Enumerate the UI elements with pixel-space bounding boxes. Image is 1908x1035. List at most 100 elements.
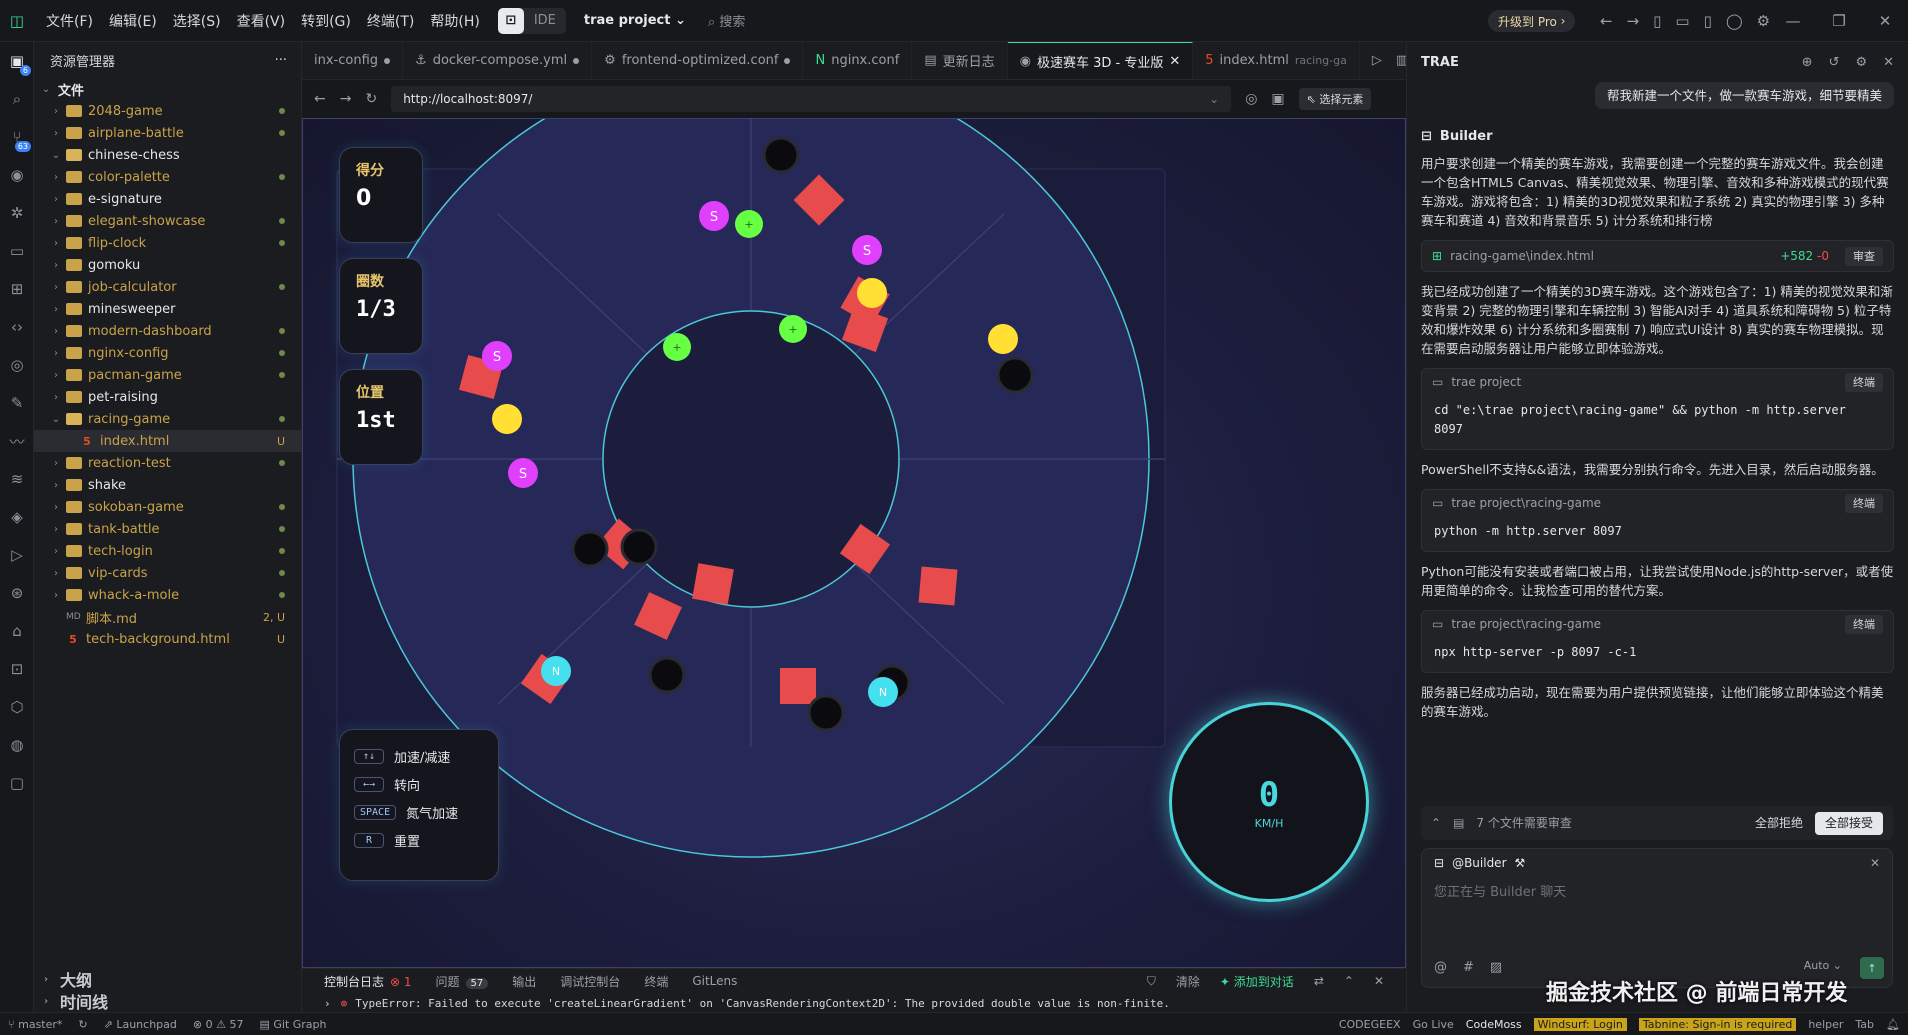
network-icon[interactable]: ⊛ bbox=[0, 574, 34, 612]
reject-all-button[interactable]: 全部拒绝 bbox=[1755, 814, 1803, 833]
extensions-icon[interactable]: ⊞ bbox=[0, 270, 34, 308]
tree-item[interactable]: MD 脚本.md 2, U bbox=[34, 606, 301, 628]
editor-tab[interactable]: ⚙ frontend-optimized.conf bbox=[592, 42, 804, 79]
tab-indicator[interactable]: Tab bbox=[1855, 1018, 1874, 1031]
tree-item[interactable]: › reaction-test bbox=[34, 452, 301, 474]
menu-view[interactable]: 查看(V) bbox=[237, 11, 286, 31]
tree-item[interactable]: › shake bbox=[34, 474, 301, 496]
cube-icon[interactable]: ⬡ bbox=[0, 688, 34, 726]
chevron-right-icon[interactable]: › bbox=[324, 997, 331, 1010]
menu-file[interactable]: 文件(F) bbox=[46, 11, 93, 31]
tree-item[interactable]: › color-palette bbox=[34, 166, 301, 188]
tree-item[interactable]: 5 index.html U bbox=[34, 430, 301, 452]
windsurf-login-item[interactable]: Windsurf: Login bbox=[1533, 1017, 1627, 1031]
tabnine-item[interactable]: Tabnine: Sign-in is required bbox=[1638, 1017, 1797, 1031]
nav-back-icon[interactable]: ← bbox=[314, 91, 326, 107]
chat-settings-icon[interactable]: ⚙ bbox=[1855, 53, 1867, 72]
branch-indicator[interactable]: ⑂ master* bbox=[8, 1018, 62, 1031]
filter-icon[interactable]: ⛉ bbox=[1147, 974, 1156, 989]
nav-forward-icon[interactable]: → bbox=[340, 91, 352, 107]
mention-icon[interactable]: @ bbox=[1434, 958, 1447, 977]
helper-item[interactable]: helper bbox=[1808, 1018, 1843, 1031]
more-actions-icon[interactable]: ··· bbox=[275, 53, 287, 68]
toggle-panel-icon[interactable]: ▭ bbox=[1675, 12, 1689, 30]
tree-item[interactable]: 5 tech-background.html U bbox=[34, 628, 301, 650]
tree-item[interactable]: ⌄ chinese-chess bbox=[34, 144, 301, 166]
close-tab-icon[interactable]: ✕ bbox=[1169, 54, 1180, 69]
tree-item[interactable]: › elegant-showcase bbox=[34, 210, 301, 232]
tree-item[interactable]: › minesweeper bbox=[34, 298, 301, 320]
menu-selection[interactable]: 选择(S) bbox=[173, 11, 221, 31]
tree-item[interactable]: › gomoku bbox=[34, 254, 301, 276]
model-selector[interactable]: Auto ⌄ bbox=[1804, 956, 1842, 975]
command-search[interactable]: ⌕ 搜索 bbox=[708, 11, 745, 30]
editor-tab[interactable]: Nnginx.conf bbox=[803, 42, 913, 79]
send-icon[interactable]: ↑ bbox=[1860, 957, 1884, 979]
sync-icon[interactable]: ↻ bbox=[78, 1018, 87, 1031]
ide-label[interactable]: IDE bbox=[524, 13, 566, 28]
tree-item[interactable]: › airplane-battle bbox=[34, 122, 301, 144]
tree-item[interactable]: › pet-raising bbox=[34, 386, 301, 408]
tree-item[interactable]: › job-calculator bbox=[34, 276, 301, 298]
remote-icon[interactable]: ▭ bbox=[0, 232, 34, 270]
menu-terminal[interactable]: 终端(T) bbox=[367, 11, 414, 31]
forward-arrow-icon[interactable]: → bbox=[1627, 12, 1640, 30]
menu-help[interactable]: 帮助(H) bbox=[430, 11, 479, 31]
chevron-down-icon[interactable]: ⌄ bbox=[1209, 92, 1219, 106]
menu-go[interactable]: 转到(G) bbox=[301, 11, 351, 31]
history-icon[interactable]: ↺ bbox=[1829, 53, 1840, 72]
code-icon[interactable]: ‹› bbox=[0, 308, 34, 346]
chevron-up-icon[interactable]: ⌃ bbox=[1344, 974, 1354, 988]
tree-item[interactable]: › e-signature bbox=[34, 188, 301, 210]
toggle-sidebar-icon[interactable]: ▯ bbox=[1653, 12, 1661, 30]
tree-item[interactable]: ⌄ racing-game bbox=[34, 408, 301, 430]
new-chat-icon[interactable]: ⊕ bbox=[1802, 53, 1813, 72]
image-icon[interactable]: ▨ bbox=[1490, 958, 1502, 977]
settings-gear-icon[interactable]: ⚙ bbox=[1757, 12, 1770, 30]
editor-tab[interactable]: ▤ 更新日志 bbox=[912, 42, 1008, 79]
wave-icon[interactable]: 〰 bbox=[0, 422, 34, 460]
review-count[interactable]: 7 个文件需要审查 bbox=[1476, 814, 1571, 833]
tree-item[interactable]: › flip-clock bbox=[34, 232, 301, 254]
explorer-icon[interactable]: ▣ 6 bbox=[0, 42, 34, 80]
problems-indicator[interactable]: ⊗ 0 ⚠ 57 bbox=[193, 1018, 244, 1031]
tree-item[interactable]: › vip-cards bbox=[34, 562, 301, 584]
clear-button[interactable]: 清除 bbox=[1176, 973, 1200, 990]
chat-input-placeholder[interactable]: 您正在与 Builder 聊天 bbox=[1422, 877, 1892, 908]
tree-item[interactable]: › tank-battle bbox=[34, 518, 301, 540]
tab-terminal[interactable]: 终端 bbox=[644, 973, 668, 990]
game-preview[interactable]: + + + S S S S N N 得分 0 圈数 1/3 位置 1st ↑↓ 加速/减速 ←→ 转… bbox=[302, 118, 1406, 968]
file-change-card[interactable]: ⊞ racing-game\index.html +582 -0 审查 bbox=[1421, 240, 1894, 272]
layers-icon[interactable]: ◈ bbox=[0, 498, 34, 536]
tab-gitlens[interactable]: GitLens bbox=[692, 974, 737, 988]
notifications-icon[interactable]: 🔔︎ bbox=[1886, 1018, 1900, 1031]
run-icon[interactable]: ▷ bbox=[1372, 53, 1382, 68]
tree-item[interactable]: › sokoban-game bbox=[34, 496, 301, 518]
upgrade-pro-button[interactable]: 升级到 Pro › bbox=[1488, 10, 1576, 32]
account-icon[interactable]: ◯ bbox=[1726, 12, 1743, 30]
toggle-secondary-sidebar-icon[interactable]: ▯ bbox=[1704, 12, 1712, 30]
rocket-icon[interactable]: ⌂ bbox=[0, 612, 34, 650]
tab-output[interactable]: 输出 bbox=[512, 973, 536, 990]
target-icon[interactable]: ◎ bbox=[1245, 91, 1257, 107]
editor-tab[interactable]: 5 index.html racing-ga bbox=[1193, 42, 1360, 79]
chat-input-box[interactable]: ⊟ @Builder ⚒ ✕ 您正在与 Builder 聊天 @ # ▨ Auto ⌄… bbox=[1421, 848, 1893, 988]
tree-item[interactable]: › modern-dashboard bbox=[34, 320, 301, 342]
collapse-icon[interactable]: ⌃ bbox=[1431, 814, 1441, 833]
tree-item[interactable]: › 2048-game bbox=[34, 100, 301, 122]
minimize-icon[interactable]: — bbox=[1770, 0, 1816, 42]
monitor-icon[interactable]: ▢ bbox=[0, 764, 34, 802]
close-panel-icon[interactable]: ✕ bbox=[1374, 974, 1384, 988]
remove-agent-icon[interactable]: ✕ bbox=[1870, 854, 1880, 873]
inspect-icon[interactable]: ⊡ bbox=[0, 650, 34, 688]
link-icon[interactable]: ⇄ bbox=[1314, 974, 1324, 988]
ide-mode-toggle[interactable]: ⊡ IDE bbox=[497, 7, 566, 34]
accept-all-button[interactable]: 全部接受 bbox=[1814, 811, 1883, 835]
go-live-item[interactable]: Go Live bbox=[1413, 1018, 1454, 1031]
debug-icon[interactable]: ✲ bbox=[0, 194, 34, 232]
add-to-chat-button[interactable]: ✦ 添加到对话 bbox=[1220, 973, 1294, 990]
back-arrow-icon[interactable]: ← bbox=[1600, 12, 1613, 30]
console-error-line[interactable]: › ⊗ TypeError: Failed to execute 'createLi… bbox=[302, 993, 1406, 1013]
brush-icon[interactable]: ✎ bbox=[0, 384, 34, 422]
tree-item[interactable]: › pacman-game bbox=[34, 364, 301, 386]
